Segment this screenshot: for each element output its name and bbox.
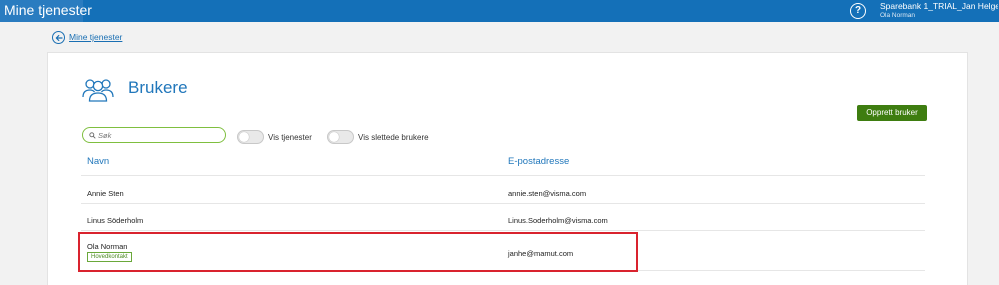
show-deleted-label: Vis slettede brukere [358,133,429,142]
selection-highlight [78,232,638,272]
row-email[interactable]: Linus.Soderholm@visma.com [508,216,608,225]
row-email[interactable]: annie.sten@visma.com [508,189,586,198]
company-name[interactable]: Sparebank 1_TRIAL_Jan Helge Ei... [880,2,998,11]
show-deleted-toggle[interactable] [327,130,354,144]
show-services-toggle[interactable] [237,130,264,144]
search-input[interactable] [98,129,220,141]
arrow-left-circle-icon[interactable] [52,31,65,44]
show-services-label: Vis tjenester [268,133,312,142]
search-icon [89,131,96,139]
divider [81,230,925,231]
users-icon [82,79,114,102]
search-field[interactable] [82,127,226,143]
row-name[interactable]: Linus Söderholm [87,216,143,225]
page-title: Brukere [128,78,188,97]
divider [81,175,925,176]
toggle-knob [239,132,249,142]
column-header-name[interactable]: Navn [87,156,109,167]
app-title[interactable]: Mine tjenester [0,0,92,22]
user-name[interactable]: Ola Norman [880,12,915,19]
create-user-button[interactable]: Opprett bruker [857,105,927,121]
column-header-email[interactable]: E-postadresse [508,156,569,167]
row-name[interactable]: Annie Sten [87,189,124,198]
divider [81,203,925,204]
question-circle-icon[interactable]: ? [850,3,866,19]
back-link[interactable]: Mine tjenester [69,32,122,42]
toggle-knob [329,132,339,142]
